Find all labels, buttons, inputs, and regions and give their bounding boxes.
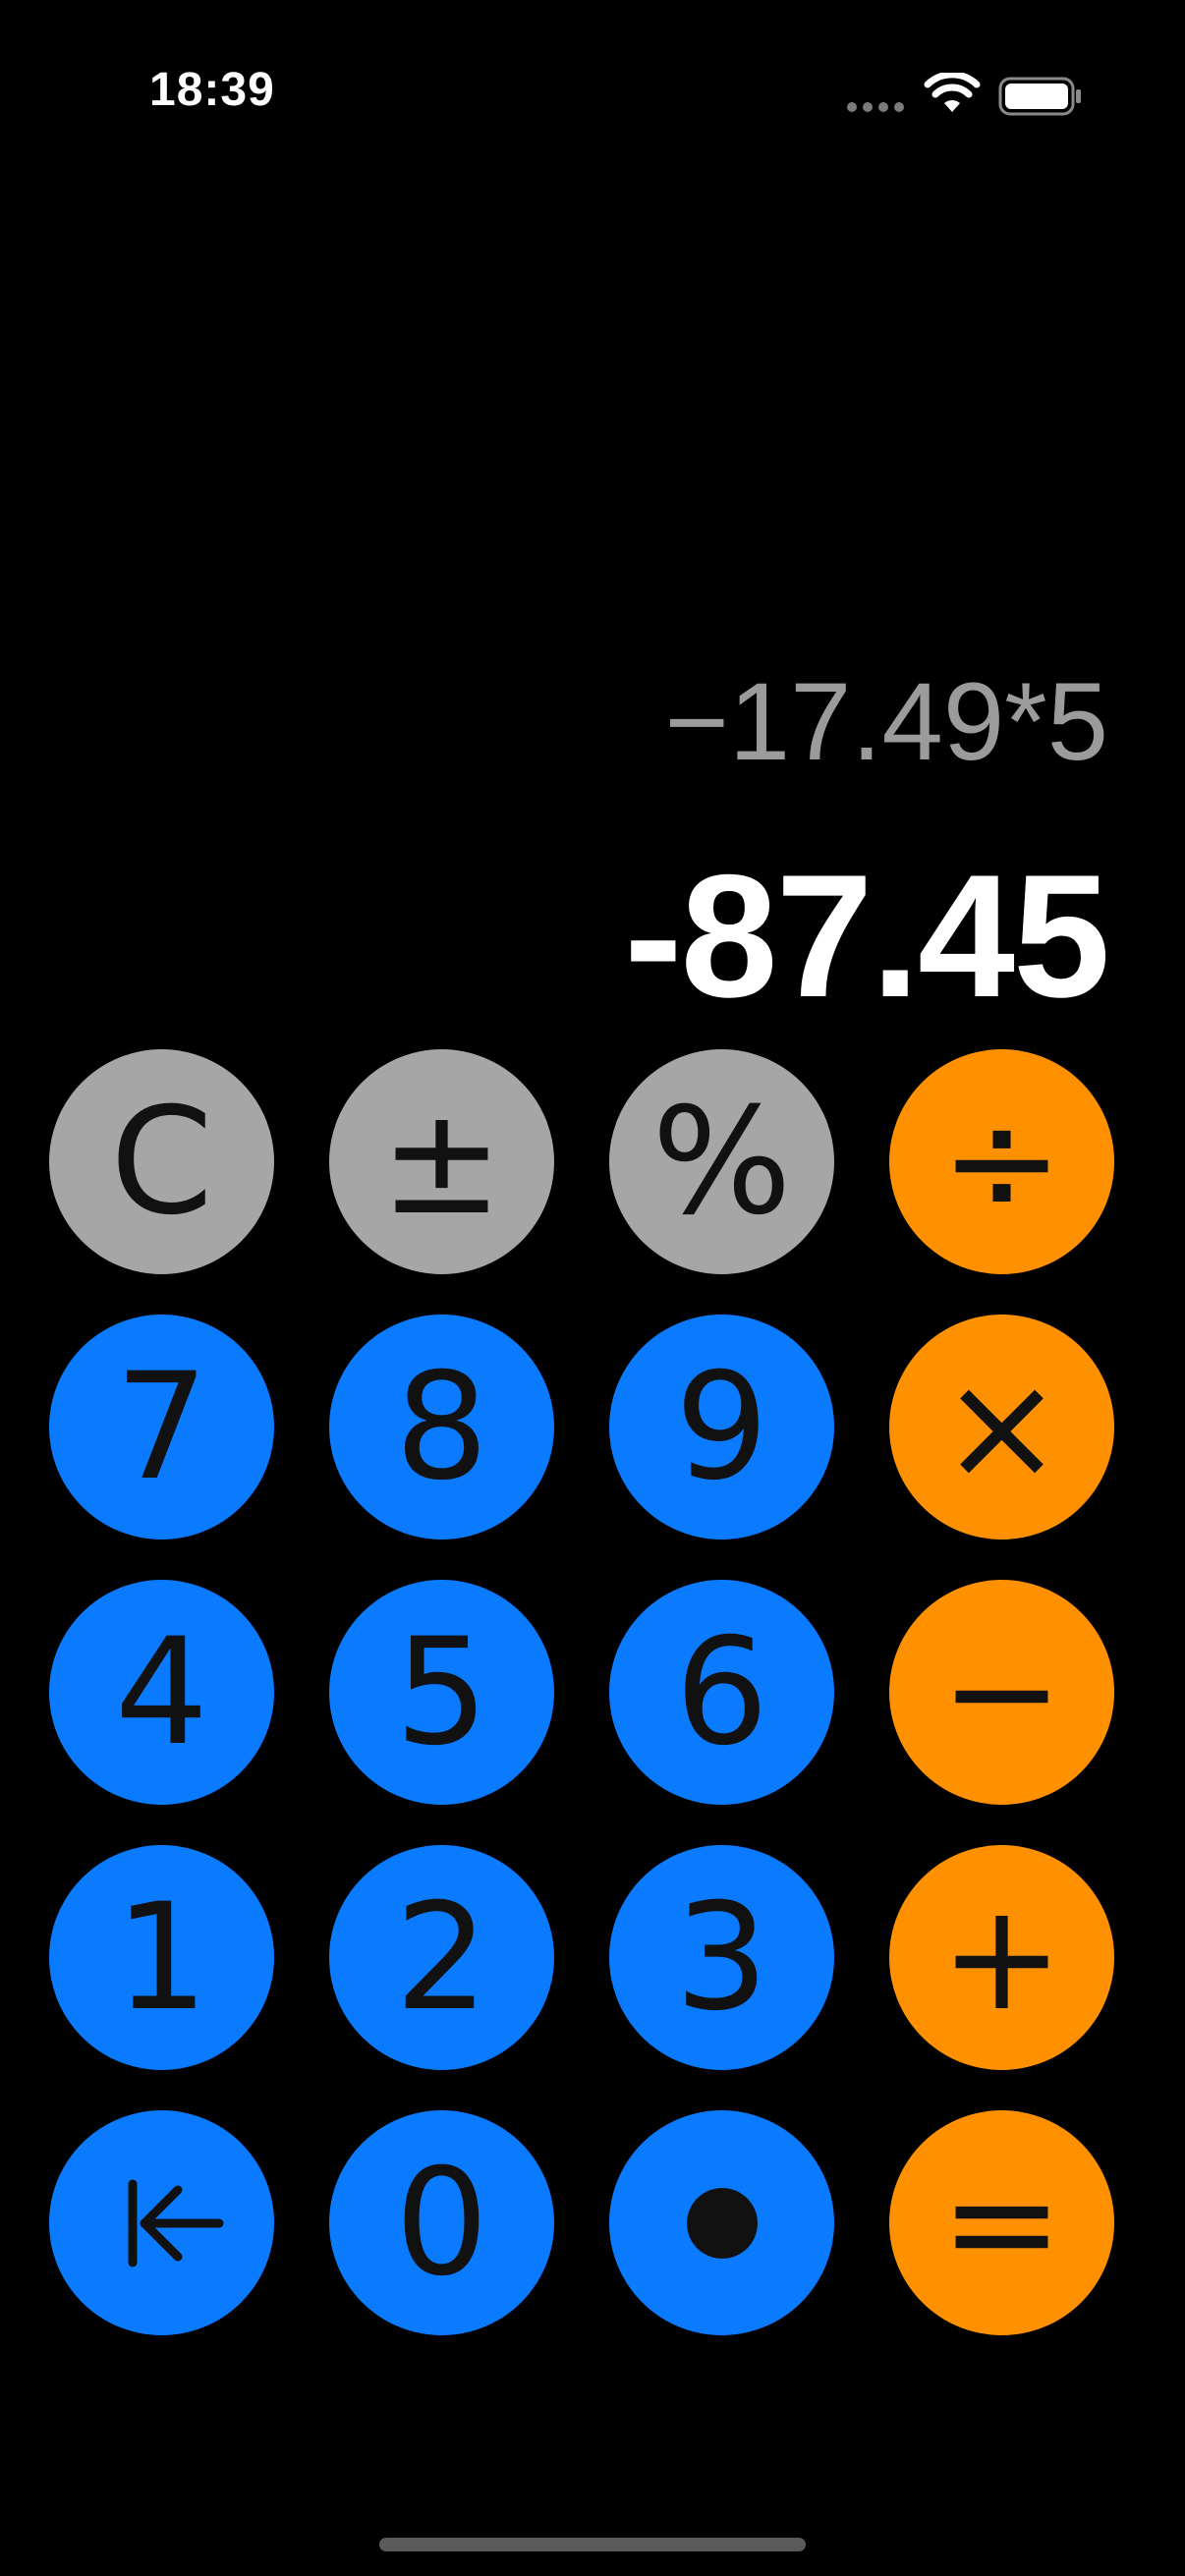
- digit-7-button[interactable]: 7: [49, 1315, 274, 1540]
- divide-label: ÷: [939, 1076, 1064, 1248]
- dot-icon: [686, 2187, 758, 2259]
- digit-3-label: 3: [674, 1872, 769, 2044]
- clear-label: C: [110, 1076, 213, 1248]
- backspace-button[interactable]: [49, 2110, 274, 2335]
- multiply-button[interactable]: ×: [889, 1315, 1114, 1540]
- digit-0-label: 0: [394, 2137, 489, 2309]
- minus-label: −: [939, 1606, 1064, 1778]
- digit-4-label: 4: [114, 1606, 209, 1778]
- plus-minus-button[interactable]: ±: [329, 1049, 554, 1274]
- digit-9-label: 9: [674, 1341, 769, 1513]
- arrow-left-to-bar-icon: [128, 2179, 223, 2267]
- digit-5-button[interactable]: 5: [329, 1580, 554, 1805]
- equals-button[interactable]: =: [889, 2110, 1114, 2335]
- plus-button[interactable]: +: [889, 1845, 1114, 2070]
- digit-4-button[interactable]: 4: [49, 1580, 274, 1805]
- digit-2-label: 2: [394, 1872, 489, 2044]
- digit-3-button[interactable]: 3: [609, 1845, 834, 2070]
- plus-label: +: [939, 1872, 1064, 2044]
- status-bar: 18:39: [0, 0, 1185, 138]
- divide-button[interactable]: ÷: [889, 1049, 1114, 1274]
- home-indicator[interactable]: [379, 2538, 806, 2551]
- digit-5-label: 5: [394, 1606, 489, 1778]
- plus-minus-label: ±: [379, 1076, 504, 1248]
- decimal-button[interactable]: [609, 2110, 834, 2335]
- digit-8-label: 8: [394, 1341, 489, 1513]
- digit-1-label: 1: [114, 1872, 209, 2044]
- minus-button[interactable]: −: [889, 1580, 1114, 1805]
- equals-label: =: [939, 2137, 1064, 2309]
- digit-7-label: 7: [114, 1341, 209, 1513]
- expression-display: −17.49*5: [664, 660, 1108, 783]
- digit-0-button[interactable]: 0: [329, 2110, 554, 2335]
- digit-6-label: 6: [674, 1606, 769, 1778]
- multiply-label: ×: [939, 1341, 1064, 1513]
- percent-button[interactable]: %: [609, 1049, 834, 1274]
- digit-8-button[interactable]: 8: [329, 1315, 554, 1540]
- signal-dots-icon: [847, 102, 904, 112]
- digit-2-button[interactable]: 2: [329, 1845, 554, 2070]
- wifi-icon: [924, 73, 981, 112]
- result-display: -87.45: [624, 838, 1110, 1034]
- digit-9-button[interactable]: 9: [609, 1315, 834, 1540]
- digit-1-button[interactable]: 1: [49, 1845, 274, 2070]
- percent-label: %: [651, 1076, 792, 1248]
- battery-icon: [998, 77, 1081, 116]
- clear-button[interactable]: C: [49, 1049, 274, 1274]
- status-time: 18:39: [149, 64, 275, 116]
- digit-6-button[interactable]: 6: [609, 1580, 834, 1805]
